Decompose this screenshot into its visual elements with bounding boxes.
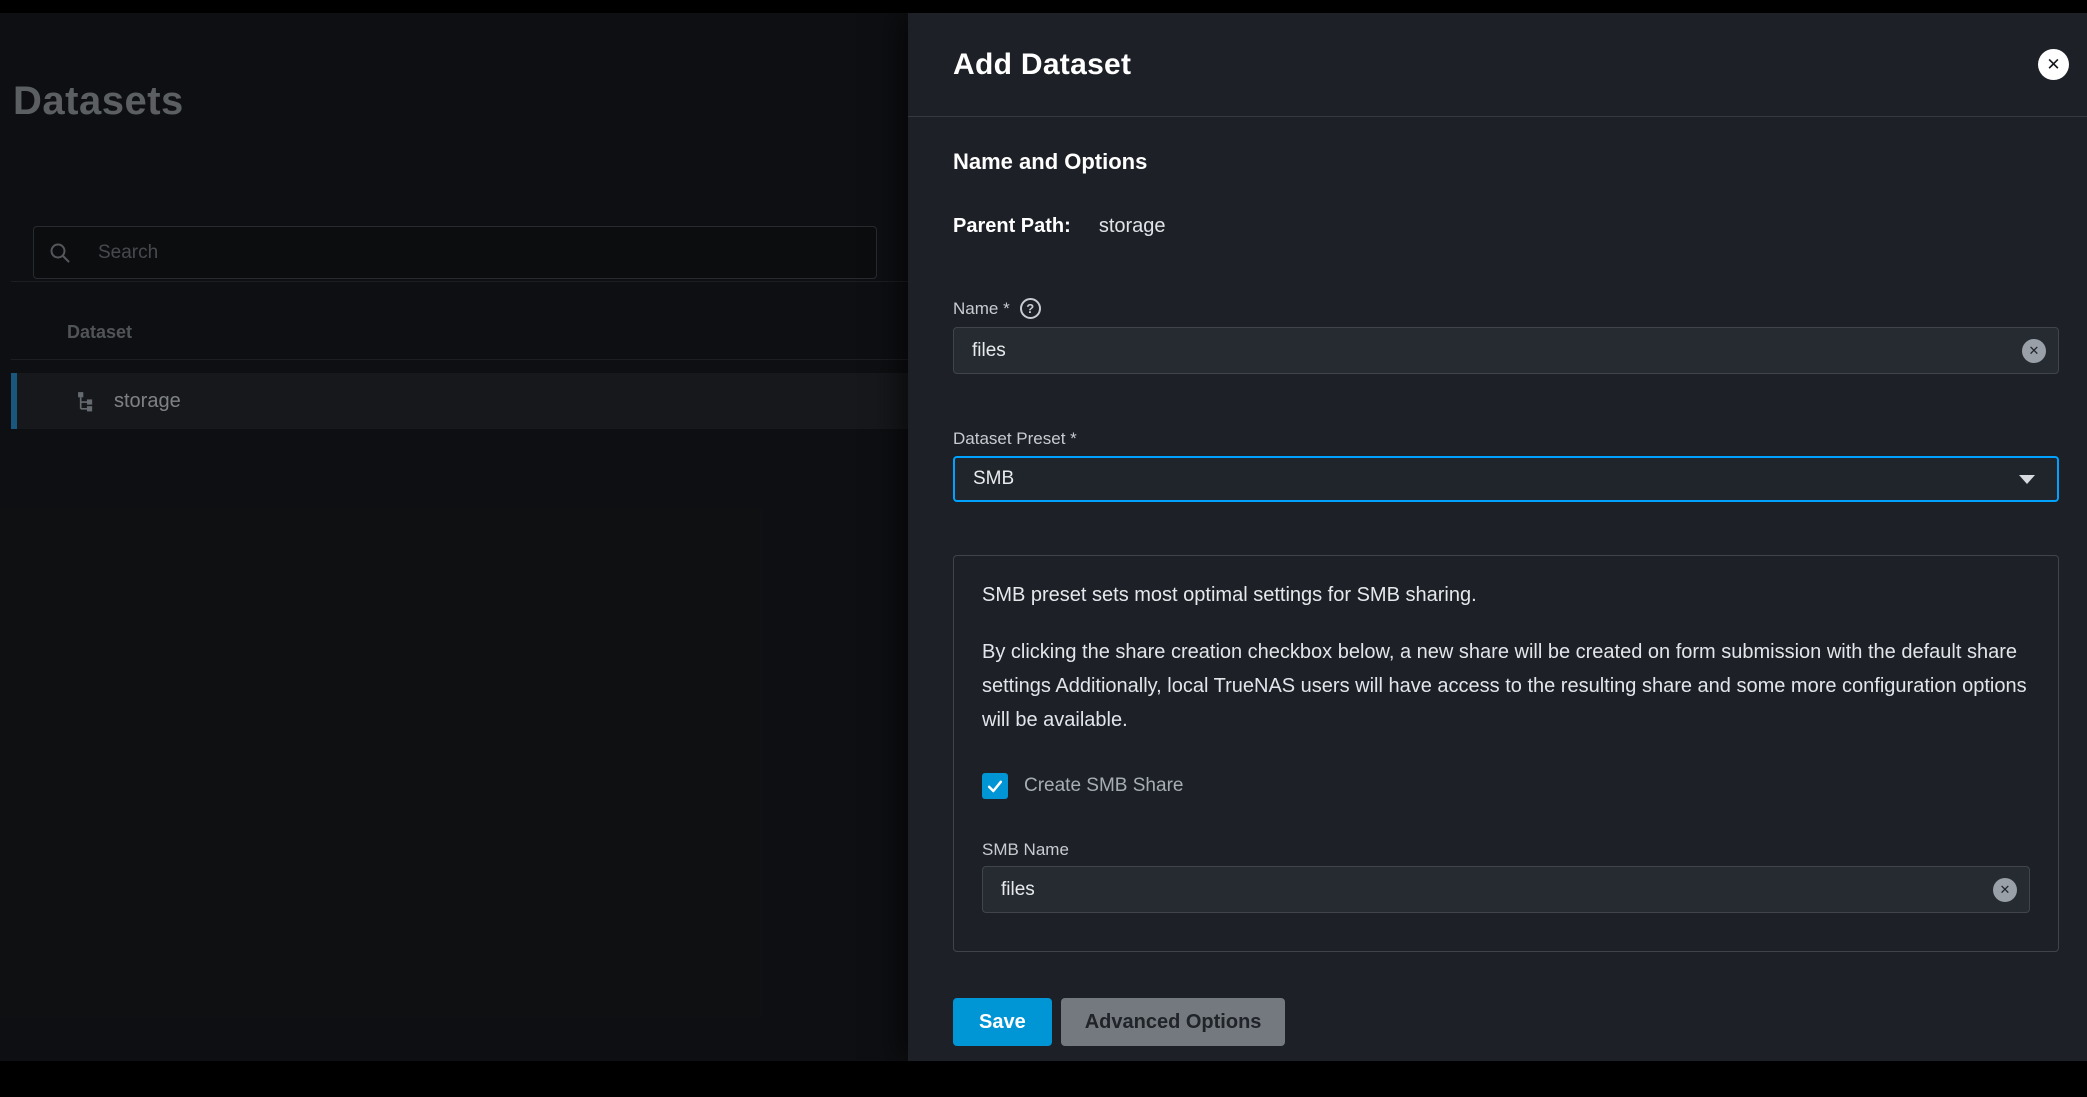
advanced-options-button[interactable]: Advanced Options [1061, 998, 1286, 1046]
name-field: ✕ [953, 327, 2059, 374]
chevron-down-icon [2019, 475, 2035, 484]
name-input[interactable] [954, 328, 2058, 373]
create-smb-share-label: Create SMB Share [1024, 775, 1183, 797]
create-smb-share-row: Create SMB Share [982, 773, 2030, 799]
parent-path-label: Parent Path: [953, 215, 1071, 237]
modal-backdrop[interactable] [0, 13, 908, 1061]
datasets-page: Datasets Dataset storage [0, 13, 908, 1061]
smb-preset-summary: SMB preset sets most optimal settings fo… [982, 584, 2030, 607]
form-actions: Save Advanced Options [953, 998, 2059, 1046]
app-window: Datasets Dataset storage [0, 0, 2087, 1097]
panel-title: Add Dataset [953, 48, 2038, 82]
parent-path-value: storage [1099, 215, 1166, 237]
smb-preset-card: SMB preset sets most optimal settings fo… [953, 555, 2059, 952]
checkmark-icon [985, 776, 1005, 796]
create-smb-share-checkbox[interactable] [982, 773, 1008, 799]
clear-smb-name-icon[interactable]: ✕ [1993, 878, 2017, 902]
name-label: Name * [953, 299, 1010, 319]
panel-header: Add Dataset ✕ [908, 13, 2087, 117]
clear-name-icon[interactable]: ✕ [2022, 339, 2046, 363]
dataset-preset-select[interactable]: SMB [953, 456, 2059, 502]
name-label-row: Name * ? [953, 298, 2059, 319]
preset-label: Dataset Preset * [953, 428, 2059, 449]
preset-selected-value: SMB [973, 468, 2019, 490]
panel-body: Name and Options Parent Path: storage Nam… [908, 149, 2087, 1046]
smb-name-field: ✕ [982, 866, 2030, 913]
save-button[interactable]: Save [953, 998, 1052, 1046]
smb-preset-description: By clicking the share creation checkbox … [982, 635, 2030, 737]
add-dataset-panel: Add Dataset ✕ Name and Options Parent Pa… [908, 13, 2087, 1061]
window-top-strip [0, 0, 2087, 13]
smb-name-input[interactable] [983, 867, 2029, 912]
section-heading: Name and Options [953, 149, 2059, 175]
help-icon[interactable]: ? [1020, 298, 1041, 319]
close-icon[interactable]: ✕ [2038, 49, 2069, 80]
smb-name-label: SMB Name [982, 840, 2030, 860]
parent-path: Parent Path: storage [953, 215, 2059, 238]
window-bottom-strip [0, 1061, 2087, 1097]
